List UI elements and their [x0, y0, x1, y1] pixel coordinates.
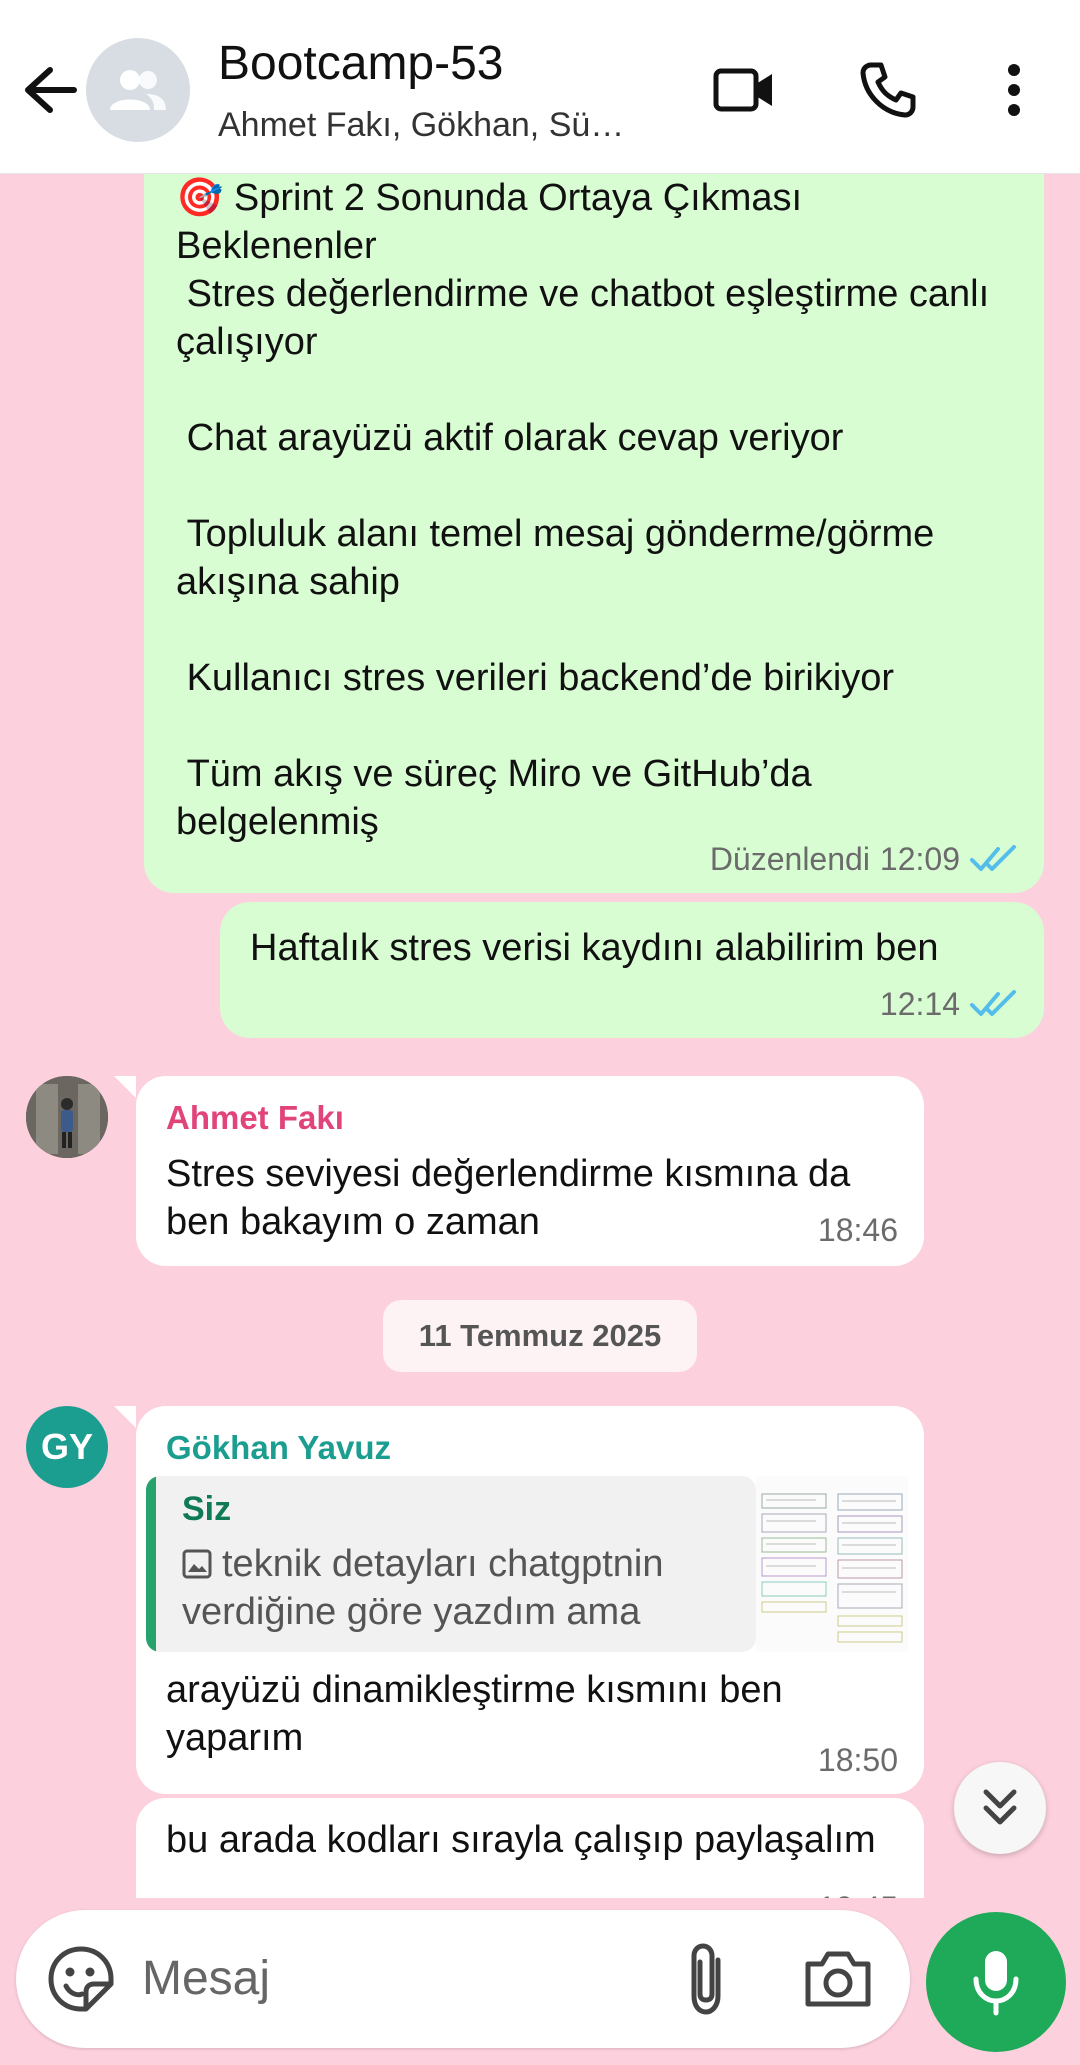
- message-time: 12:14: [879, 986, 960, 1022]
- read-ticks-icon: [970, 845, 1016, 871]
- video-call-icon[interactable]: [708, 58, 780, 122]
- camera-icon[interactable]: [802, 1944, 874, 2014]
- person-photo-icon: [26, 1076, 108, 1158]
- message-meta: 12:14: [880, 980, 1018, 1028]
- message-time: 18:46: [817, 1212, 898, 1248]
- message-time: 18:50: [817, 1742, 898, 1778]
- double-chevron-down-icon: [983, 1789, 1017, 1825]
- bubble-tail: [114, 1406, 136, 1428]
- quoted-message[interactable]: Siz teknik detayları chatgptnin verdiğin…: [146, 1476, 756, 1652]
- incoming-message[interactable]: Ahmet Fakı Stres seviyesi değerlendirme …: [136, 1076, 924, 1266]
- chat-header: Bootcamp-53 Ahmet Fakı, Gökhan, Sü…: [0, 0, 1080, 174]
- image-icon: [182, 1549, 212, 1579]
- message-list[interactable]: 🎯 Sprint 2 Sonunda Ortaya Çıkması Beklen…: [0, 174, 1080, 1898]
- message-text: Stres seviyesi değerlendirme kısmına da …: [166, 1153, 861, 1243]
- more-vert-icon[interactable]: [978, 58, 1050, 122]
- scroll-to-bottom-button[interactable]: [954, 1762, 1046, 1854]
- quote-text-content: teknik detayları chatgptnin verdiğine gö…: [182, 1543, 664, 1633]
- sticker-icon[interactable]: [46, 1944, 116, 2014]
- quote-accent-bar: [146, 1476, 156, 1652]
- message-meta: 18:50: [818, 1742, 898, 1779]
- sender-avatar[interactable]: GY: [26, 1406, 108, 1488]
- document-thumbnail-icon: [756, 1476, 908, 1652]
- message-meta: 18:46: [818, 1206, 898, 1254]
- sender-name[interactable]: Gökhan Yavuz: [166, 1424, 894, 1472]
- read-ticks-icon: [970, 990, 1016, 1016]
- outgoing-message[interactable]: Haftalık stres verisi kaydını alabilirim…: [220, 902, 1044, 1038]
- message-text: arayüzü dinamikleştirme kısmını ben yapa…: [166, 1669, 794, 1759]
- message-input[interactable]: [142, 1938, 642, 2018]
- message-time: 12:09: [879, 841, 960, 877]
- outgoing-message[interactable]: 🎯 Sprint 2 Sonunda Ortaya Çıkması Beklen…: [144, 174, 1044, 893]
- group-avatar[interactable]: [86, 38, 190, 142]
- voice-message-button[interactable]: [926, 1912, 1066, 2052]
- attach-icon[interactable]: [672, 1940, 742, 2018]
- message-text: Haftalık stres verisi kaydını alabilirim…: [250, 927, 939, 969]
- message-meta: 19:45: [818, 1884, 898, 1898]
- back-arrow-icon[interactable]: [18, 62, 82, 118]
- quote-image-thumbnail[interactable]: [756, 1476, 908, 1652]
- quote-author: Siz: [182, 1490, 232, 1528]
- message-meta: Düzenlendi 12:09: [710, 835, 1018, 883]
- incoming-message[interactable]: bu arada kodları sırayla çalışıp paylaşa…: [136, 1798, 924, 1898]
- phone-icon[interactable]: [852, 58, 924, 122]
- chat-title[interactable]: Bootcamp-53: [218, 36, 504, 91]
- edited-label: Düzenlendi: [709, 841, 870, 877]
- message-text: bu arada kodları sırayla çalışıp paylaşa…: [166, 1819, 876, 1861]
- chat-participants[interactable]: Ahmet Fakı, Gökhan, Sü…: [218, 106, 648, 145]
- date-separator: 11 Temmuz 2025: [383, 1300, 697, 1372]
- message-text: 🎯 Sprint 2 Sonunda Ortaya Çıkması Beklen…: [176, 177, 990, 843]
- group-icon: [110, 70, 166, 110]
- sender-avatar[interactable]: [26, 1076, 108, 1158]
- quote-text: teknik detayları chatgptnin verdiğine gö…: [182, 1540, 732, 1636]
- sender-name[interactable]: Ahmet Fakı: [166, 1094, 894, 1142]
- bubble-tail: [114, 1076, 136, 1098]
- message-composer: [16, 1910, 910, 2048]
- microphone-icon: [973, 1951, 1019, 2016]
- message-time: 19:45: [818, 1884, 898, 1898]
